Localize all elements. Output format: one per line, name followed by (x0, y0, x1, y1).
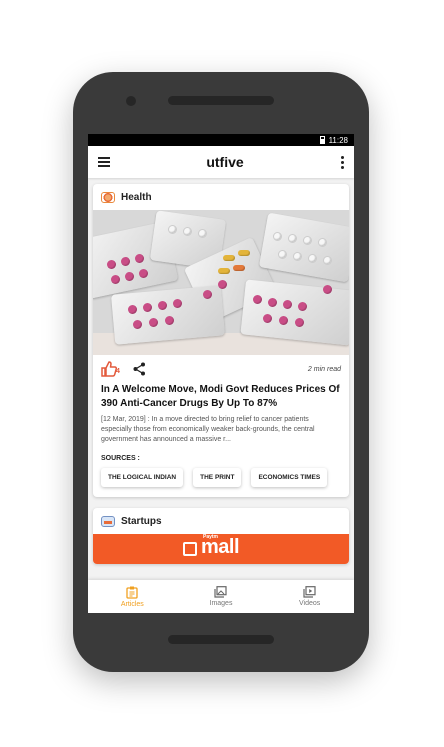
source-button[interactable]: THE LOGICAL INDIAN (101, 468, 184, 487)
startups-icon (101, 515, 115, 527)
screen: 11:28 utfive Health 4 2 min read In A We… (88, 134, 354, 613)
phone-frame: 11:28 utfive Health 4 2 min read In A We… (73, 72, 369, 672)
app-title: utfive (206, 154, 244, 170)
health-icon (101, 191, 115, 203)
images-icon (214, 586, 228, 598)
source-button[interactable]: THE PRINT (193, 468, 242, 487)
overflow-menu-icon[interactable] (340, 155, 344, 169)
nav-images[interactable]: Images (186, 586, 256, 607)
app-bar: utfive (88, 146, 354, 178)
source-button[interactable]: ECONOMICS TIMES (251, 468, 328, 487)
feed: Health 4 2 min read In A Welcome Move, M… (88, 178, 354, 564)
nav-label: Images (209, 600, 233, 607)
status-time: 11:28 (328, 135, 348, 145)
sources-label: SOURCES : (101, 455, 140, 462)
videos-icon (303, 586, 316, 598)
read-time: 2 min read (307, 365, 341, 373)
hamburger-menu-icon[interactable] (98, 157, 110, 167)
nav-label: Articles (120, 600, 144, 608)
article-card[interactable]: Startups Paytm mall (93, 508, 349, 564)
shopping-bag-icon (183, 542, 197, 556)
articles-icon (126, 586, 138, 599)
status-bar: 11:28 (88, 134, 354, 146)
sources-list: THE LOGICAL INDIAN THE PRINT ECONOMICS T… (93, 468, 349, 497)
article-image[interactable]: Paytm mall (93, 534, 349, 564)
banner-text: mall (201, 536, 240, 558)
earpiece-speaker (168, 96, 274, 105)
bottom-speaker (168, 635, 274, 644)
nav-articles[interactable]: Articles (97, 586, 167, 608)
article-headline[interactable]: In A Welcome Move, Modi Govt Reduces Pri… (93, 383, 349, 411)
card-header: Startups (93, 508, 349, 534)
share-icon[interactable] (133, 362, 146, 376)
card-header: Health (93, 184, 349, 210)
pill-strip (240, 279, 349, 346)
pill-strip (258, 212, 349, 283)
like-button[interactable]: 4 (101, 361, 121, 377)
like-count: 4 (116, 368, 120, 375)
article-excerpt: [12 Mar, 2019] : In a move directed to b… (101, 416, 315, 443)
nav-label: Videos (299, 600, 321, 607)
front-camera (126, 96, 136, 106)
article-actions: 4 2 min read (93, 355, 349, 383)
category-title: Startups (121, 515, 162, 527)
bottom-navigation: Articles Images Videos (88, 580, 354, 613)
article-image[interactable] (93, 210, 349, 355)
thumbs-up-icon (101, 361, 118, 377)
category-title: Health (121, 191, 152, 203)
battery-icon (319, 136, 325, 144)
article-card[interactable]: Health 4 2 min read In A Welcome Move, M… (93, 184, 349, 497)
nav-videos[interactable]: Videos (275, 586, 345, 607)
